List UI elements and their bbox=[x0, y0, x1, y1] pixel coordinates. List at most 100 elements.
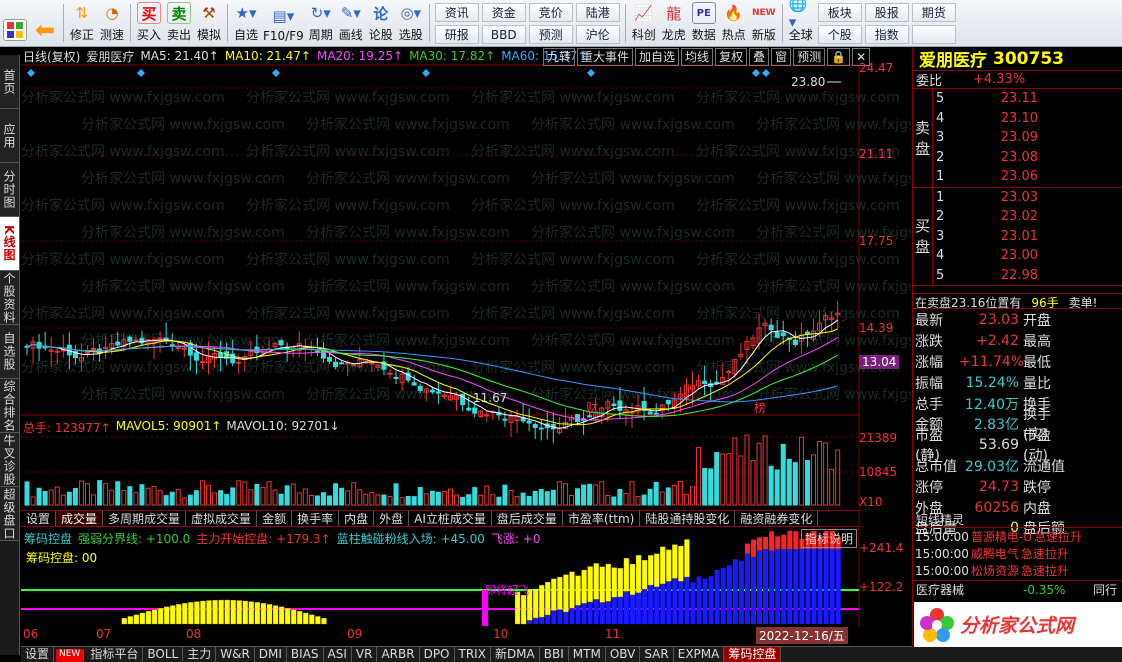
toolbar-rbtn-3[interactable]: 🔥 热点 bbox=[719, 0, 749, 46]
toolbar-btn-7[interactable]: ★▾ 自选 bbox=[231, 0, 261, 46]
bottom-tab[interactable]: SAR bbox=[640, 647, 674, 662]
tool-jiuzhuan[interactable]: 九转 bbox=[543, 48, 576, 66]
alert-item[interactable]: 15:00:00 普源精电-U 急速拉升 bbox=[913, 528, 1122, 545]
grid-btn[interactable]: 指数 bbox=[864, 25, 909, 44]
left-tab-apps[interactable]: 应用 bbox=[0, 109, 19, 163]
toolbar-rbtn-2[interactable]: PE 数据 bbox=[689, 0, 719, 46]
indicator-tab[interactable]: 换手率 bbox=[292, 511, 340, 526]
alert-stock[interactable]: 普源精电-U bbox=[969, 528, 1032, 545]
bottom-tab[interactable]: VR bbox=[352, 647, 378, 662]
left-tab-home[interactable]: 首页 bbox=[0, 55, 19, 109]
indicator-tab[interactable]: 盘后成交量 bbox=[492, 511, 563, 526]
indicator-tab[interactable]: 虚拟成交量 bbox=[186, 511, 258, 526]
alert-item[interactable]: 15:00:00 松炀资源 急速拉升 bbox=[913, 562, 1122, 579]
indicator-tab[interactable]: AI立桩成交量 bbox=[409, 511, 492, 526]
buy-row[interactable]: 5 22.98 bbox=[933, 266, 1122, 286]
indicator-tab[interactable]: 内盘 bbox=[339, 511, 375, 526]
grid-btn[interactable]: 股报 bbox=[864, 3, 909, 22]
toolbar-btn-3[interactable]: ◔ 测速 bbox=[97, 0, 127, 46]
grid-btn[interactable]: 预测 bbox=[528, 25, 573, 44]
toolbar-btn-10[interactable]: ✎▾ 画线 bbox=[336, 0, 366, 46]
toolbar-btn-5[interactable]: 卖卖出 bbox=[164, 0, 194, 46]
tool-ma[interactable]: 均线 bbox=[681, 48, 714, 66]
tool-overlay[interactable]: 叠 bbox=[749, 48, 770, 66]
left-tab-superorder[interactable]: 超级盘口 bbox=[0, 487, 19, 541]
indicator-tab[interactable]: 金额 bbox=[257, 511, 293, 526]
toolbar-btn-8[interactable]: ▤▾ F10/F9 bbox=[261, 0, 306, 46]
grid-btn[interactable]: BBD bbox=[481, 25, 526, 44]
kline-chart[interactable]: 分析家公式网 www.fxjgsw.com 分析家公式网 www.fxjgsw.c… bbox=[21, 47, 911, 647]
left-tab-ranking[interactable]: 综合排名 bbox=[0, 379, 19, 433]
indicator-tab[interactable]: 陆股通持股变化 bbox=[640, 511, 736, 526]
bottom-tab[interactable]: BBI bbox=[540, 647, 569, 662]
toolbar-btn-6[interactable]: ⚒ 模拟 bbox=[194, 0, 224, 46]
buy-row[interactable]: 2 23.02 bbox=[933, 207, 1122, 227]
toolbar-btn-12[interactable]: ◎▾ 选股 bbox=[396, 0, 426, 46]
grid-btn[interactable]: 个股 bbox=[817, 25, 862, 44]
bottom-tab[interactable]: TRIX bbox=[455, 647, 491, 662]
grid-btn[interactable]: 研报 bbox=[434, 25, 479, 44]
toolbar-rbtn-4[interactable]: NEW 新版 bbox=[749, 0, 779, 46]
bottom-tab[interactable]: EXPMA bbox=[674, 647, 725, 662]
bottom-tab[interactable]: OBV bbox=[606, 647, 641, 662]
tool-events[interactable]: 重大事件 bbox=[577, 48, 634, 66]
bottom-tab[interactable]: DPO bbox=[420, 647, 455, 662]
tool-add-watch[interactable]: 加自选 bbox=[635, 48, 680, 66]
toolbar-btn-9[interactable]: ↻▾ 周期 bbox=[306, 0, 336, 46]
left-tab-profile[interactable]: 个股资料 bbox=[0, 271, 19, 325]
grid-btn[interactable] bbox=[911, 25, 956, 44]
grid-btn[interactable]: 沪伦 bbox=[575, 25, 620, 44]
industry-row[interactable]: 医疗器械 -0.35% 同行 bbox=[913, 580, 1122, 598]
toolbar-btn-4[interactable]: 买买入 bbox=[134, 0, 164, 46]
bottom-tab[interactable]: 指标平台 bbox=[86, 647, 144, 662]
alert-stock[interactable]: 威腾电气 bbox=[969, 545, 1019, 562]
toolbar-rbtn-0[interactable]: 📈 科创 bbox=[629, 0, 659, 46]
sell-row[interactable]: 2 23.08 bbox=[933, 148, 1122, 168]
indicator-tab[interactable]: 市盈率(ttm) bbox=[563, 511, 641, 526]
indicator-tab[interactable]: 外盘 bbox=[374, 511, 410, 526]
alert-stock[interactable]: 松炀资源 bbox=[969, 562, 1019, 579]
bottom-tab[interactable]: BOLL bbox=[143, 647, 184, 662]
chart-area[interactable]: 分析家公式网 www.fxjgsw.com 分析家公式网 www.fxjgsw.c… bbox=[21, 47, 911, 647]
bottom-tab[interactable]: W&R bbox=[216, 647, 255, 662]
tool-adjust[interactable]: 复权 bbox=[715, 48, 748, 66]
grid-btn[interactable]: 期货 bbox=[911, 3, 956, 22]
toolbar-btn-1[interactable]: ⬅ bbox=[30, 0, 60, 46]
indicator-tab[interactable]: 多周期成交量 bbox=[103, 511, 187, 526]
left-tab-timeshare[interactable]: 分时图 bbox=[0, 163, 19, 217]
toolbar-rbtn-5[interactable]: 🌐▾ 全球 bbox=[786, 0, 816, 46]
bottom-tab[interactable]: ASI bbox=[324, 647, 352, 662]
indicator-help-button[interactable]: 指标说明 bbox=[801, 529, 858, 548]
buy-row[interactable]: 1 23.03 bbox=[933, 188, 1122, 208]
sell-row[interactable]: 5 23.11 bbox=[933, 89, 1122, 109]
bottom-tab-settings[interactable]: 设置 bbox=[21, 647, 55, 662]
grid-btn[interactable]: 竞价 bbox=[528, 3, 573, 22]
left-tab-kline[interactable]: K线图 bbox=[0, 217, 19, 271]
indicator-tab[interactable]: 设置 bbox=[21, 511, 57, 526]
sell-row[interactable]: 4 23.10 bbox=[933, 109, 1122, 129]
indicator-tab[interactable]: 融资融券变化 bbox=[735, 511, 819, 526]
buy-row[interactable]: 3 23.01 bbox=[933, 227, 1122, 247]
toolbar-rbtn-1[interactable]: 龍龙虎 bbox=[659, 0, 689, 46]
bottom-tab-active[interactable]: 筹码控盘 bbox=[724, 647, 782, 662]
indicator-tab-volume[interactable]: 成交量 bbox=[56, 511, 104, 526]
toolbar-btn-2[interactable]: ⇅ 修正 bbox=[67, 0, 97, 46]
left-tab-watchlist[interactable]: 自选股 bbox=[0, 325, 19, 379]
left-tab-diagnosis[interactable]: 牛叉诊股 bbox=[0, 433, 19, 487]
bottom-tab[interactable]: MTM bbox=[569, 647, 606, 662]
tool-predict[interactable]: 预测 bbox=[793, 48, 826, 66]
grid-btn[interactable]: 资讯 bbox=[434, 3, 479, 22]
bottom-tab[interactable]: DMI bbox=[255, 647, 287, 662]
bottom-tab[interactable]: 新DMA bbox=[491, 647, 540, 662]
grid-btn[interactable]: 资金 bbox=[481, 3, 526, 22]
lock-icon[interactable]: 🔒 bbox=[827, 48, 851, 66]
grid-btn[interactable]: 板块 bbox=[817, 3, 862, 22]
bottom-tab[interactable]: ARBR bbox=[377, 647, 420, 662]
buy-row[interactable]: 4 23.00 bbox=[933, 246, 1122, 266]
sell-row[interactable]: 3 23.09 bbox=[933, 128, 1122, 148]
sell-row[interactable]: 1 23.06 bbox=[933, 167, 1122, 187]
alert-item[interactable]: 15:00:00 威腾电气 急速拉升 bbox=[913, 545, 1122, 562]
industry-peer[interactable]: 同行 bbox=[1093, 581, 1117, 598]
bottom-tab[interactable]: BIAS bbox=[287, 647, 324, 662]
tool-window[interactable]: 窗 bbox=[771, 48, 792, 66]
